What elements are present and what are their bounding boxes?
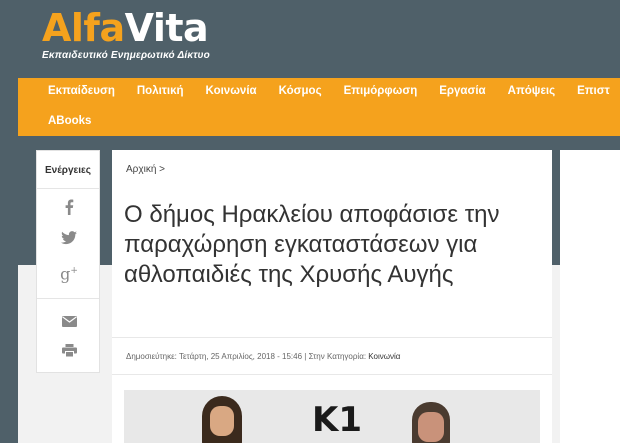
nav-row-1: Εκπαίδευση Πολιτική Κοινωνία Κόσμος Επιμ… [18, 78, 610, 104]
nav-item-apopseis[interactable]: Απόψεις [486, 78, 555, 104]
divider [112, 337, 552, 338]
nav-item-politiki[interactable]: Πολιτική [115, 78, 184, 104]
nav-item-ergasia[interactable]: Εργασία [417, 78, 485, 104]
share-social-icons: g+ [37, 189, 99, 299]
main-nav: Εκπαίδευση Πολιτική Κοινωνία Κόσμος Επιμ… [18, 78, 620, 136]
print-icon[interactable] [37, 341, 101, 371]
sidebar-column [560, 150, 620, 443]
nav-item-kosmos[interactable]: Κόσμος [257, 78, 322, 104]
twitter-icon[interactable] [37, 229, 101, 259]
nav-row-2: ABooks [18, 108, 91, 134]
share-title: Ενέργειες [37, 151, 99, 189]
image-k1-text: K1 [312, 400, 363, 440]
image-figure-left-face [210, 406, 234, 436]
divider [112, 374, 552, 375]
page: AlfaVita Εκπαιδευτικό Ενημερωτικό Δίκτυο… [18, 0, 620, 443]
article-image: K1 [124, 390, 540, 443]
article-meta: Δημοσιεύτηκε: Τετάρτη, 25 Απριλίος, 2018… [126, 352, 400, 361]
site-logo[interactable]: AlfaVita [42, 8, 209, 48]
nav-item-abooks[interactable]: ABooks [18, 108, 91, 134]
site-header: AlfaVita Εκπαιδευτικό Ενημερωτικό Δίκτυο [18, 0, 620, 78]
article-meta-date: Δημοσιεύτηκε: Τετάρτη, 25 Απριλίος, 2018… [126, 352, 367, 361]
article-category-link[interactable]: Κοινωνία [368, 352, 400, 361]
site-tagline: Εκπαιδευτικό Ενημερωτικό Δίκτυο [42, 50, 210, 61]
nav-item-ekpaideusi[interactable]: Εκπαίδευση [18, 78, 115, 104]
facebook-icon[interactable] [37, 199, 101, 229]
nav-item-epistimi[interactable]: Επιστ [555, 78, 610, 104]
article-title: Ο δήμος Ηρακλείου αποφάσισε την παραχώρη… [124, 201, 500, 288]
share-action-icons [37, 299, 99, 371]
share-box: Ενέργειες g+ [36, 150, 100, 373]
nav-item-epimorfosi[interactable]: Επιμόρφωση [322, 78, 418, 104]
nav-item-koinonia[interactable]: Κοινωνία [184, 78, 257, 104]
google-plus-icon[interactable]: g+ [37, 259, 101, 289]
image-figure-right-face [418, 412, 444, 442]
article-card: Αρχική > Ο δήμος Ηρακλείου αποφάσισε την… [112, 150, 552, 443]
breadcrumb[interactable]: Αρχική > [126, 164, 165, 175]
email-icon[interactable] [37, 311, 101, 341]
